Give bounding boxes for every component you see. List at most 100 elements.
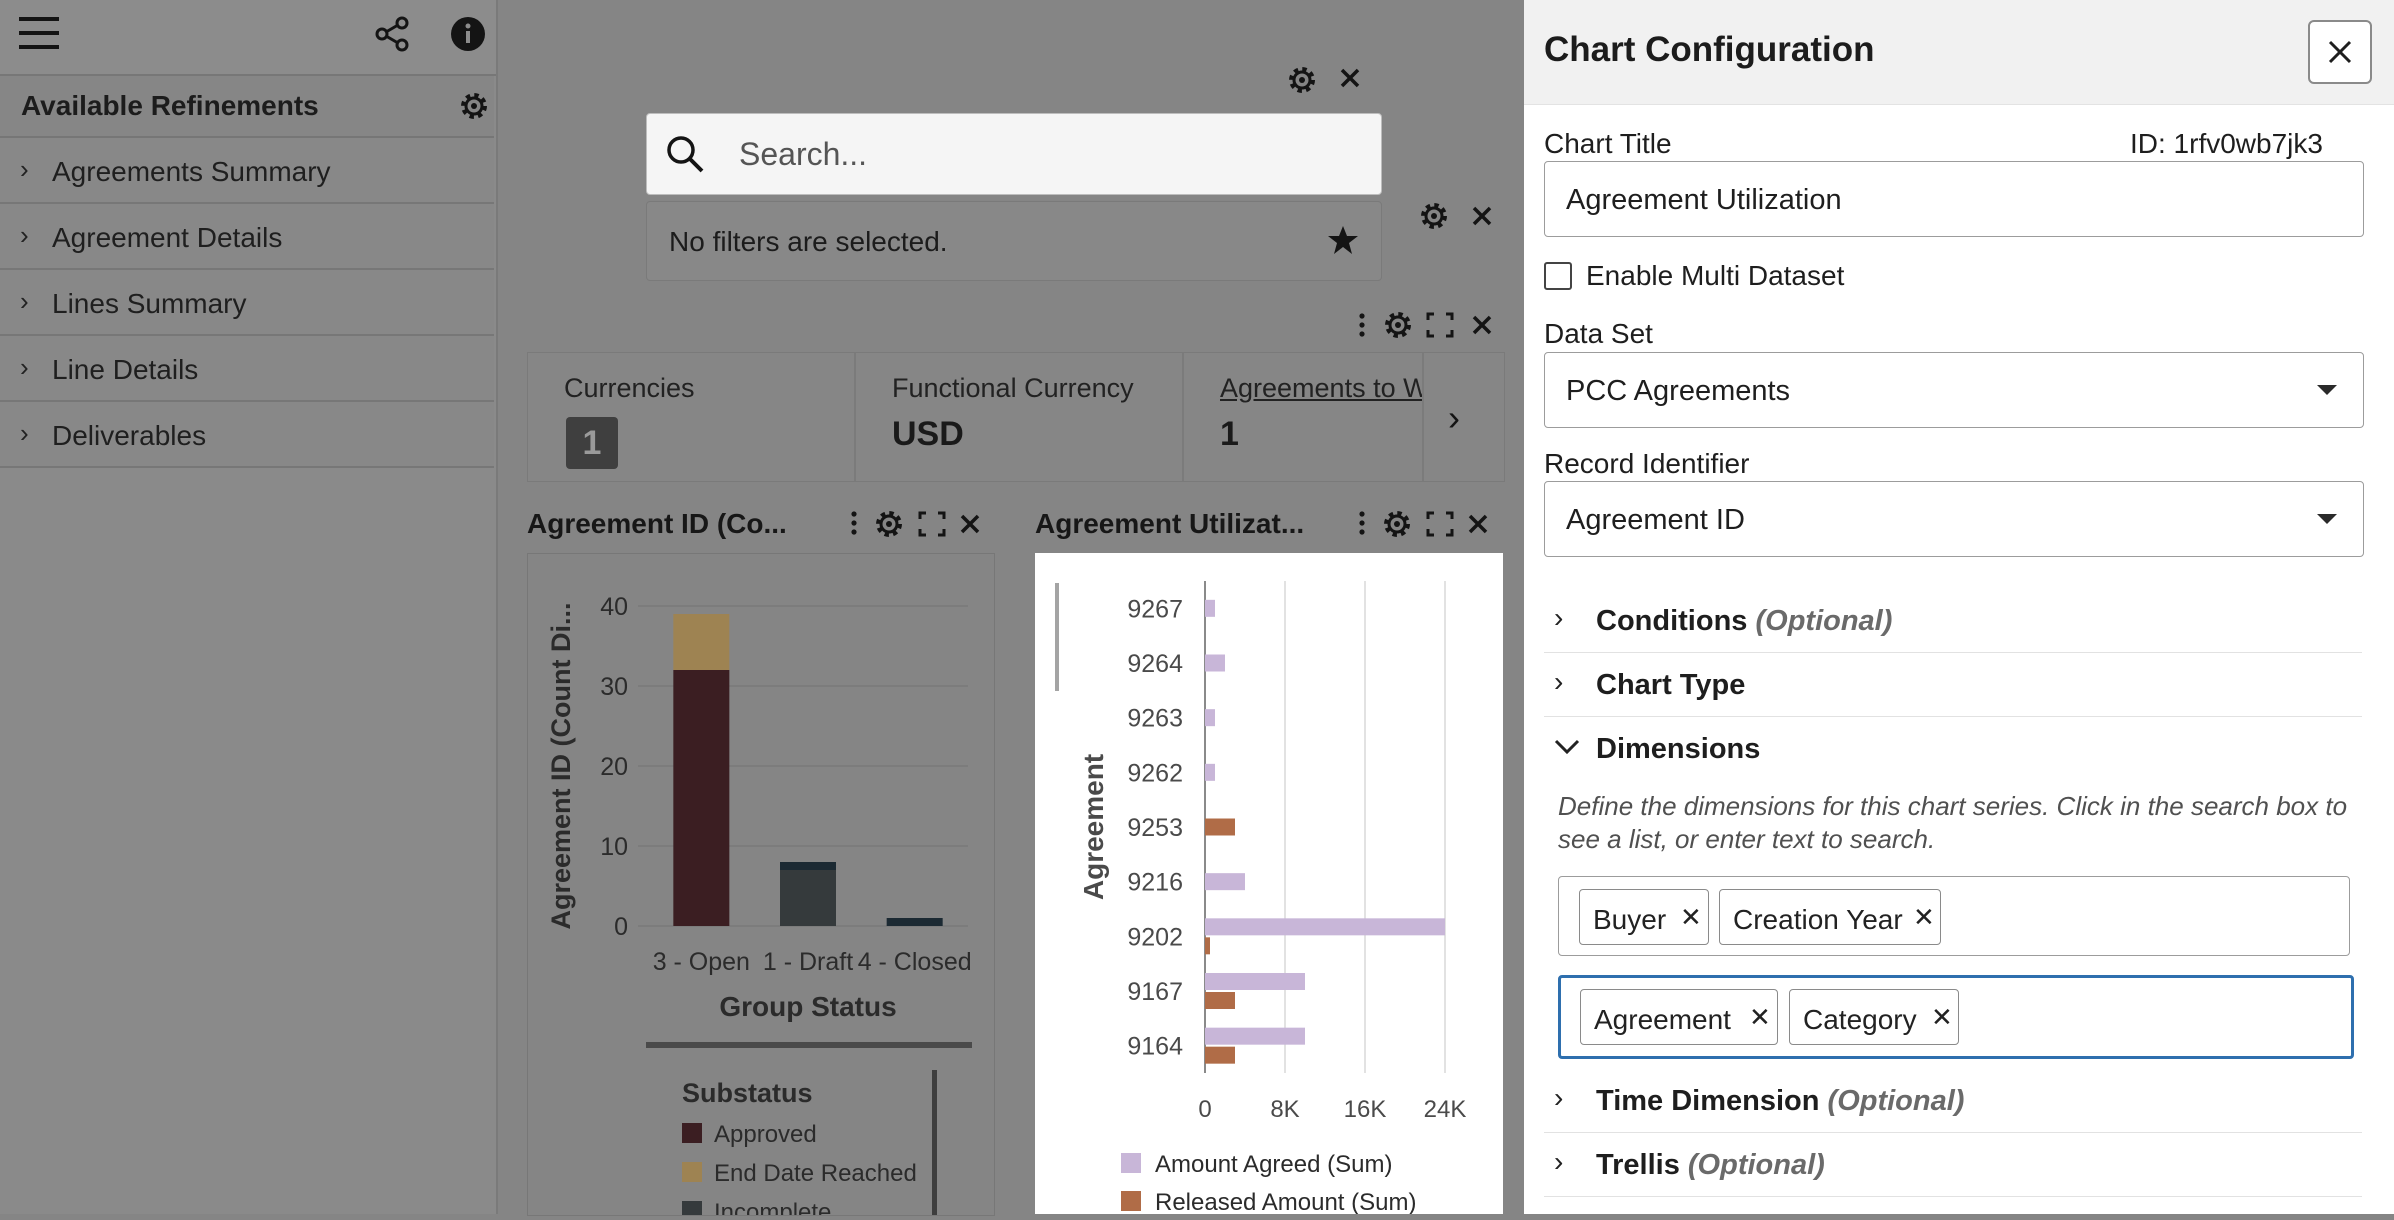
legend-swatch: [682, 1123, 702, 1143]
summary-header-link[interactable]: Agreements to W: [1220, 373, 1422, 404]
sidebar-item-agreements-summary[interactable]: › Agreements Summary: [0, 138, 494, 204]
chip-label: Agreement: [1594, 1004, 1731, 1035]
star-icon[interactable]: [1327, 224, 1359, 256]
close-icon[interactable]: [1468, 514, 1488, 534]
sidebar-item-deliverables[interactable]: › Deliverables: [0, 402, 494, 468]
y-tick-label: 40: [600, 593, 628, 621]
legend-title: Substatus: [682, 1078, 813, 1108]
remove-chip-icon[interactable]: ✕: [1913, 902, 1935, 933]
data-set-select[interactable]: PCC Agreements: [1544, 352, 2364, 428]
dimension-chip[interactable]: Creation Year ✕: [1719, 889, 1941, 945]
chevron-right-icon: ›: [20, 286, 29, 316]
bar: [886, 918, 943, 926]
section-label: Chart Type: [1596, 669, 1746, 701]
section-chart-type[interactable]: › Chart Type: [1544, 652, 2362, 717]
info-icon[interactable]: [446, 12, 490, 56]
bar: [780, 862, 836, 870]
close-icon[interactable]: [1472, 206, 1492, 226]
gear-icon[interactable]: [1421, 203, 1447, 229]
more-options-icon[interactable]: [851, 511, 857, 535]
record-identifier-value: Agreement ID: [1566, 504, 1745, 536]
remove-chip-icon[interactable]: ✕: [1931, 1002, 1953, 1033]
chart-a-controls: [851, 511, 980, 537]
remove-chip-icon[interactable]: ✕: [1680, 902, 1702, 933]
gear-icon[interactable]: [876, 511, 902, 537]
section-dimensions[interactable]: Dimensions: [1544, 716, 2362, 780]
bar: [1205, 818, 1235, 836]
filters-status: No filters are selected.: [669, 226, 948, 257]
summary-value: 1: [1220, 415, 1239, 453]
more-options-icon[interactable]: [1359, 511, 1365, 535]
share-icon[interactable]: [370, 12, 414, 56]
summary-cell-functional-currency: Functional Currency USD: [856, 353, 1184, 481]
group-status-chart: 0 10 20 30 40 Agreement ID (Count Di... 3 - Op…: [527, 553, 995, 1220]
dimension-chip[interactable]: Agreement ✕: [1580, 989, 1778, 1045]
top-toolbar: [0, 0, 496, 76]
y-tick-label: 9262: [1127, 759, 1183, 787]
expand-icon[interactable]: [1426, 511, 1454, 537]
chevron-right-icon[interactable]: ›: [1448, 397, 1460, 439]
sidebar-item-line-details[interactable]: › Line Details: [0, 336, 494, 402]
section-time-dimension[interactable]: › Time Dimension (Optional): [1544, 1068, 2362, 1133]
chevron-right-icon: ›: [20, 220, 29, 250]
chevron-down-icon: [1554, 739, 1580, 755]
optional-tag: (Optional): [1827, 1085, 1965, 1117]
summary-cell-agreements: Agreements to W 1: [1184, 353, 1424, 481]
gear-icon[interactable]: [456, 88, 492, 124]
legend-swatch: [682, 1201, 702, 1220]
close-icon[interactable]: [1340, 68, 1360, 88]
bar: [780, 870, 836, 926]
search-input[interactable]: Search...: [739, 136, 867, 173]
dimension-chip[interactable]: Buyer ✕: [1579, 889, 1709, 945]
close-icon[interactable]: [1472, 315, 1492, 335]
agreement-utilization-chart: 0 8K 16K 24K Agreement 9267 9264 9263 9262 9253 92…: [1035, 553, 1503, 1216]
chart-title-label: Chart Title: [1544, 128, 1672, 159]
hamburger-menu-icon[interactable]: [14, 8, 64, 58]
close-icon: [2328, 40, 2352, 64]
section-label: Conditions: [1596, 605, 1748, 637]
count-badge[interactable]: 1: [566, 417, 618, 469]
y-tick-label: 9264: [1127, 650, 1183, 678]
more-options-icon[interactable]: [1359, 313, 1365, 337]
dimensions-row-2-input[interactable]: Agreement ✕ Category ✕: [1558, 975, 2354, 1059]
chevron-right-icon: ›: [1554, 1082, 1564, 1113]
scrollbar-thumb: [1055, 583, 1059, 691]
search-box[interactable]: Search...: [646, 113, 1382, 195]
bar: [1205, 973, 1305, 990]
chart-configuration-panel: Chart Configuration Chart Title ID: 1rfv…: [1524, 0, 2394, 1214]
close-icon[interactable]: [960, 514, 980, 534]
chart-title-input[interactable]: Agreement Utilization: [1544, 161, 2364, 237]
sidebar-item-label: Deliverables: [52, 420, 207, 451]
y-tick-label: 20: [600, 753, 628, 781]
x-tick-label: 4 - Closed: [858, 948, 972, 976]
legend-label: Released Amount (Sum): [1155, 1189, 1416, 1214]
close-button[interactable]: [2308, 20, 2372, 84]
config-header: Chart Configuration: [1524, 0, 2394, 105]
expand-icon[interactable]: [1426, 312, 1454, 338]
section-conditions[interactable]: › Conditions (Optional): [1544, 588, 2362, 653]
y-tick-label: 9164: [1127, 1033, 1183, 1061]
bar: [1205, 709, 1215, 727]
dimensions-row-1-input[interactable]: Buyer ✕ Creation Year ✕: [1558, 876, 2350, 956]
legend-scrollbar: [932, 1070, 937, 1215]
dimension-chip[interactable]: Category ✕: [1789, 989, 1959, 1045]
refinements-header: Available Refinements: [0, 76, 494, 138]
chevron-right-icon: ›: [20, 352, 29, 382]
record-identifier-select[interactable]: Agreement ID: [1544, 481, 2364, 557]
section-trellis[interactable]: › Trellis (Optional): [1544, 1132, 2362, 1197]
gear-icon[interactable]: [1385, 312, 1411, 338]
sidebar-item-lines-summary[interactable]: › Lines Summary: [0, 270, 494, 336]
section-label: Time Dimension: [1596, 1085, 1820, 1117]
x-tick-label: 3 - Open: [653, 948, 750, 976]
remove-chip-icon[interactable]: ✕: [1749, 1002, 1771, 1033]
enable-multi-dataset-checkbox[interactable]: [1544, 262, 1572, 290]
expand-icon[interactable]: [918, 511, 946, 537]
gear-icon[interactable]: [1289, 67, 1315, 93]
section-label: Trellis: [1596, 1149, 1680, 1181]
summary-value: USD: [892, 415, 964, 453]
y-axis-label: Agreement ID (Count Di...: [546, 602, 576, 929]
sidebar-item-agreement-details[interactable]: › Agreement Details: [0, 204, 494, 270]
gear-icon[interactable]: [1384, 511, 1410, 537]
filters-bar: No filters are selected.: [646, 201, 1382, 281]
y-tick-label: 30: [600, 673, 628, 701]
